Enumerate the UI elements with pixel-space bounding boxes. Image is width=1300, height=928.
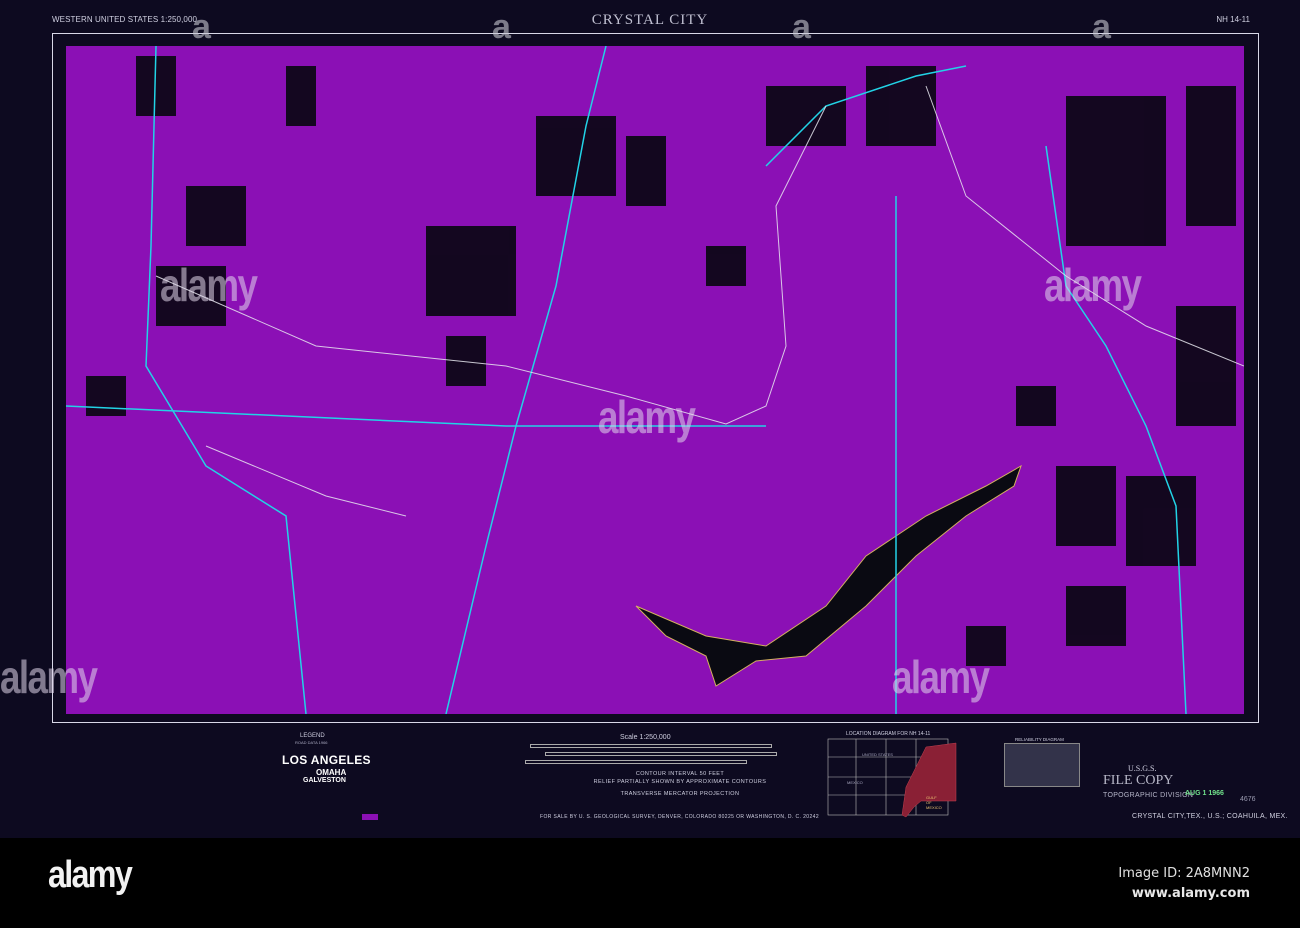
footer-caption: CRYSTAL CITY,TEX., U.S.; COAHUILA, MEX.	[1132, 813, 1288, 820]
watermark-mark: a	[192, 8, 211, 46]
watermark-mark: a	[1092, 8, 1111, 46]
relief-note: RELIEF PARTIALLY SHOWN BY APPROXIMATE CO…	[593, 779, 767, 785]
watermark-logo: alamy	[0, 651, 98, 703]
stamp-file-copy: FILE COPY	[1103, 773, 1174, 788]
watermark-logo: alamy	[160, 259, 258, 311]
watermark-logo: alamy	[598, 391, 696, 443]
alamy-url: www.alamy.com	[1131, 886, 1250, 901]
contour-interval: CONTOUR INTERVAL 50 FEET	[635, 771, 725, 777]
watermark-bar: alamy Image ID: 2A8MNN2 www.alamy.com	[0, 838, 1300, 928]
watermark-mark: a	[492, 8, 511, 46]
map-series: WESTERN UNITED STATES 1:250,000	[52, 15, 198, 24]
stamp-number: 4676	[1240, 796, 1256, 803]
location-diagram	[827, 738, 957, 818]
map-title: CRYSTAL CITY	[591, 12, 709, 28]
for-sale-note: FOR SALE BY U. S. GEOLOGICAL SURVEY, DEN…	[540, 814, 820, 820]
scale-bar	[545, 752, 777, 756]
legend-place-3: GALVESTON	[303, 777, 346, 784]
watermark-logo: alamy	[892, 651, 990, 703]
stamp-date: AUG 1 1966	[1185, 790, 1224, 797]
alamy-logo: alamy	[48, 854, 133, 896]
reliability-diagram	[1004, 743, 1080, 787]
reliability-diagram-title: RELIABILITY DIAGRAM	[1015, 737, 1064, 742]
map-sheet: WESTERN UNITED STATES 1:250,000 CRYSTAL …	[0, 0, 1300, 838]
sheet-id: NH 14-11	[1216, 15, 1250, 24]
location-label-mexico: MEXICO	[847, 780, 863, 785]
scale-bar	[530, 744, 772, 748]
legend-place-2: OMAHA	[316, 768, 347, 777]
stamp-usgs: U.S.G.S.	[1128, 764, 1157, 773]
location-label-gulf: GULF OF MEXICO	[926, 795, 942, 810]
projection-note: TRANSVERSE MERCATOR PROJECTION	[620, 791, 740, 797]
legend-subtitle: ROAD DATA 1966	[295, 740, 328, 745]
location-label-us: UNITED STATES	[862, 752, 893, 757]
legend-title: LEGEND	[300, 733, 325, 739]
map-body	[66, 46, 1244, 714]
watermark-mark: a	[792, 8, 811, 46]
scale-bar	[525, 760, 747, 764]
image-id: Image ID: 2A8MNN2	[1118, 866, 1250, 881]
watermark-logo: alamy	[1044, 259, 1142, 311]
contour-note: CONTOUR INTERVAL 50 FEET RELIEF PARTIALL…	[560, 770, 800, 798]
legend-place-1: LOS ANGELES	[282, 753, 371, 767]
scale-title: Scale 1:250,000	[620, 734, 671, 741]
stamp-division: TOPOGRAPHIC DIVISION	[1103, 792, 1194, 799]
legend-swatch-water	[362, 814, 378, 820]
